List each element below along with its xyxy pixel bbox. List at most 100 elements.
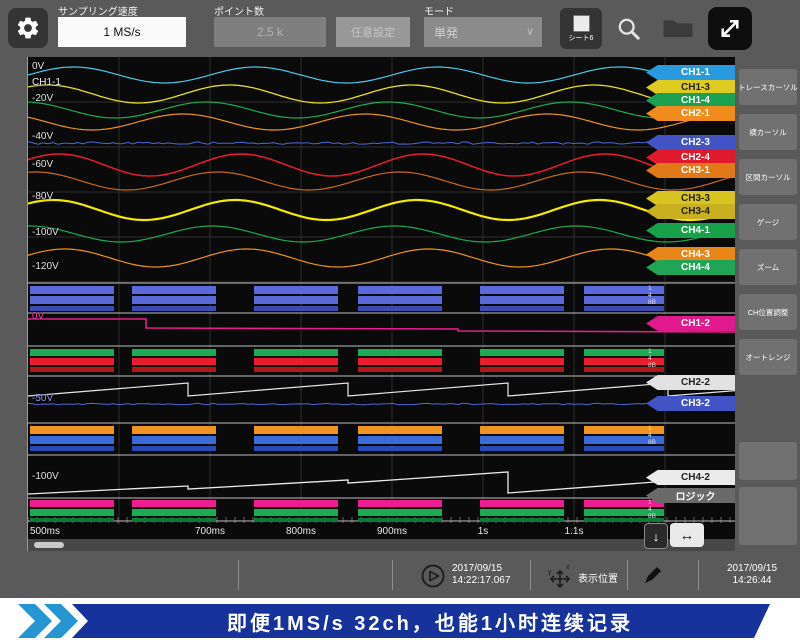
sidebar-button-autorange[interactable]: オートレンジ <box>739 339 797 375</box>
logic-bus-marker-line: 1 <box>648 285 656 292</box>
sidebar-button-blank-1[interactable] <box>739 442 797 480</box>
logic-group-4 <box>132 509 216 516</box>
channel-tag-ch1-1[interactable]: CH1-1 <box>646 65 735 80</box>
trace-ch2-2 <box>28 383 735 396</box>
logic-group-2 <box>132 358 216 365</box>
scroll-down-button[interactable]: ↓ <box>644 523 668 549</box>
logic-group-2 <box>132 349 216 356</box>
pen-annotation-button[interactable] <box>642 564 664 591</box>
channel-tag-ch4-4[interactable]: CH4-4 <box>646 260 735 275</box>
sidebar-button-h-cursor[interactable]: 横カーソル <box>739 114 797 150</box>
sidebar-button-interval-cursor[interactable]: 区間カーソル <box>739 159 797 195</box>
logic-group-1 <box>358 306 442 311</box>
scroll-mode-button[interactable]: ↔ <box>670 523 704 547</box>
channel-tag-ch2-2[interactable]: CH2-2 <box>646 375 735 390</box>
file-open-button[interactable] <box>656 12 700 44</box>
fullscreen-button[interactable] <box>708 7 752 50</box>
logic-group-2 <box>480 349 564 356</box>
mode-dropdown[interactable]: 単発 ∨ <box>424 17 542 47</box>
logic-group-1 <box>358 296 442 304</box>
channel-tag-ch2-1[interactable]: CH2-1 <box>646 106 735 121</box>
logic-group-3 <box>480 426 564 434</box>
logic-group-3 <box>132 446 216 451</box>
x-axis-label: 1s <box>478 526 489 537</box>
channel-tag-ch1-2[interactable]: CH1-2 <box>646 316 735 331</box>
gear-icon <box>15 15 41 41</box>
x-axis-label: 1.1s <box>565 526 584 537</box>
logic-group-3 <box>30 426 114 434</box>
search-icon <box>616 12 642 46</box>
logic-group-2 <box>30 358 114 365</box>
logic-group-4 <box>358 518 442 522</box>
trace-ch1-3 <box>28 85 733 103</box>
logic-group-2 <box>254 349 338 356</box>
logic-group-4 <box>480 500 564 507</box>
channel-tag-logic[interactable]: ロジック <box>646 488 735 503</box>
svg-text:y: y <box>548 569 552 576</box>
mode-label: モード <box>424 3 454 18</box>
trace-ch3-2 <box>28 403 733 404</box>
channel-tag-ch3-4[interactable]: CH3-4 <box>646 204 735 219</box>
logic-group-4 <box>254 509 338 516</box>
channel-tag-ch3-2[interactable]: CH3-2 <box>646 396 735 411</box>
channel-tag-ch4-2[interactable]: CH4-2 <box>646 470 735 485</box>
logic-group-1 <box>30 286 114 294</box>
footer: 即便1MS/s 32ch，也能1小时连续记录 <box>0 598 800 640</box>
waveform-display[interactable]: ↓ ↔ 0VCH1-1-20V-40V-60V-80V-100V-120V0V-… <box>28 57 735 551</box>
search-button[interactable] <box>610 10 648 48</box>
y-axis-label: -120V <box>32 261 59 272</box>
logic-group-2 <box>480 367 564 372</box>
channel-tag-ch4-1[interactable]: CH4-1 <box>646 223 735 238</box>
scrollbar-handle[interactable] <box>34 542 64 548</box>
logic-bus-marker-line: 1 <box>648 425 656 432</box>
trace-ch1-1 <box>28 67 733 83</box>
sidebar-button-trace-cursor[interactable]: トレースカーソル <box>739 69 797 105</box>
logic-group-3 <box>358 436 442 444</box>
x-axis-label: 700ms <box>195 526 225 537</box>
sidebar-button-ch-position[interactable]: CH位置調整 <box>739 294 797 330</box>
channel-tag-ch1-4[interactable]: CH1-4 <box>646 93 735 108</box>
y-axis-label: -60V <box>32 159 53 170</box>
sidebar-button-blank-2[interactable] <box>739 487 797 545</box>
channel-tag-ch4-3[interactable]: CH4-3 <box>646 247 735 262</box>
logic-group-1 <box>480 286 564 294</box>
logic-bus-marker-line: 1 <box>648 348 656 355</box>
promo-banner: 即便1MS/s 32ch，也能1小时连续记录 <box>72 604 770 638</box>
channel-tag-ch3-3[interactable]: CH3-3 <box>646 191 735 206</box>
logic-bus-marker-line: 4 <box>648 432 656 439</box>
channel-tag-ch3-1[interactable]: CH3-1 <box>646 163 735 178</box>
settings-button[interactable] <box>8 8 48 48</box>
sidebar-button-zoom[interactable]: ズーム <box>739 249 797 285</box>
logic-group-3 <box>254 426 338 434</box>
x-axis-label: 800ms <box>286 526 316 537</box>
channel-tag-ch2-4[interactable]: CH2-4 <box>646 150 735 165</box>
statusbar: 2017/09/15 14:22:17.067 x y 表示位置 2017/09… <box>0 552 800 598</box>
horizontal-scrollbar[interactable] <box>28 539 735 551</box>
logic-group-4 <box>30 509 114 516</box>
logic-group-1 <box>480 306 564 311</box>
trace-ch2-4 <box>28 154 733 176</box>
logic-group-3 <box>30 446 114 451</box>
sheet-button[interactable]: シート6 <box>560 8 602 49</box>
logic-group-1 <box>132 306 216 311</box>
logic-group-4 <box>254 518 338 522</box>
trace-ch4-1 <box>28 226 733 242</box>
expand-arrow-icon <box>714 7 746 50</box>
channel-tag-ch2-3[interactable]: CH2-3 <box>646 135 735 150</box>
sampling-rate-value[interactable]: 1 MS/s <box>58 17 186 47</box>
mode-value: 単発 <box>434 24 458 41</box>
logic-bus-marker: 148B <box>648 348 656 369</box>
y-axis-label: -20V <box>32 93 53 104</box>
logic-group-4 <box>480 518 564 522</box>
trace-ch2-3 <box>28 142 733 144</box>
logic-group-2 <box>480 358 564 365</box>
logic-group-2 <box>132 367 216 372</box>
sidebar-button-gauge[interactable]: ゲージ <box>739 204 797 240</box>
logic-group-2 <box>358 358 442 365</box>
logic-group-1 <box>132 286 216 294</box>
logic-group-4 <box>132 500 216 507</box>
arbitrary-setting-button[interactable]: 任意設定 <box>336 17 410 47</box>
logic-group-1 <box>254 286 338 294</box>
channel-tag-ch1-3[interactable]: CH1-3 <box>646 80 735 95</box>
points-label: ポイント数 <box>214 3 264 18</box>
